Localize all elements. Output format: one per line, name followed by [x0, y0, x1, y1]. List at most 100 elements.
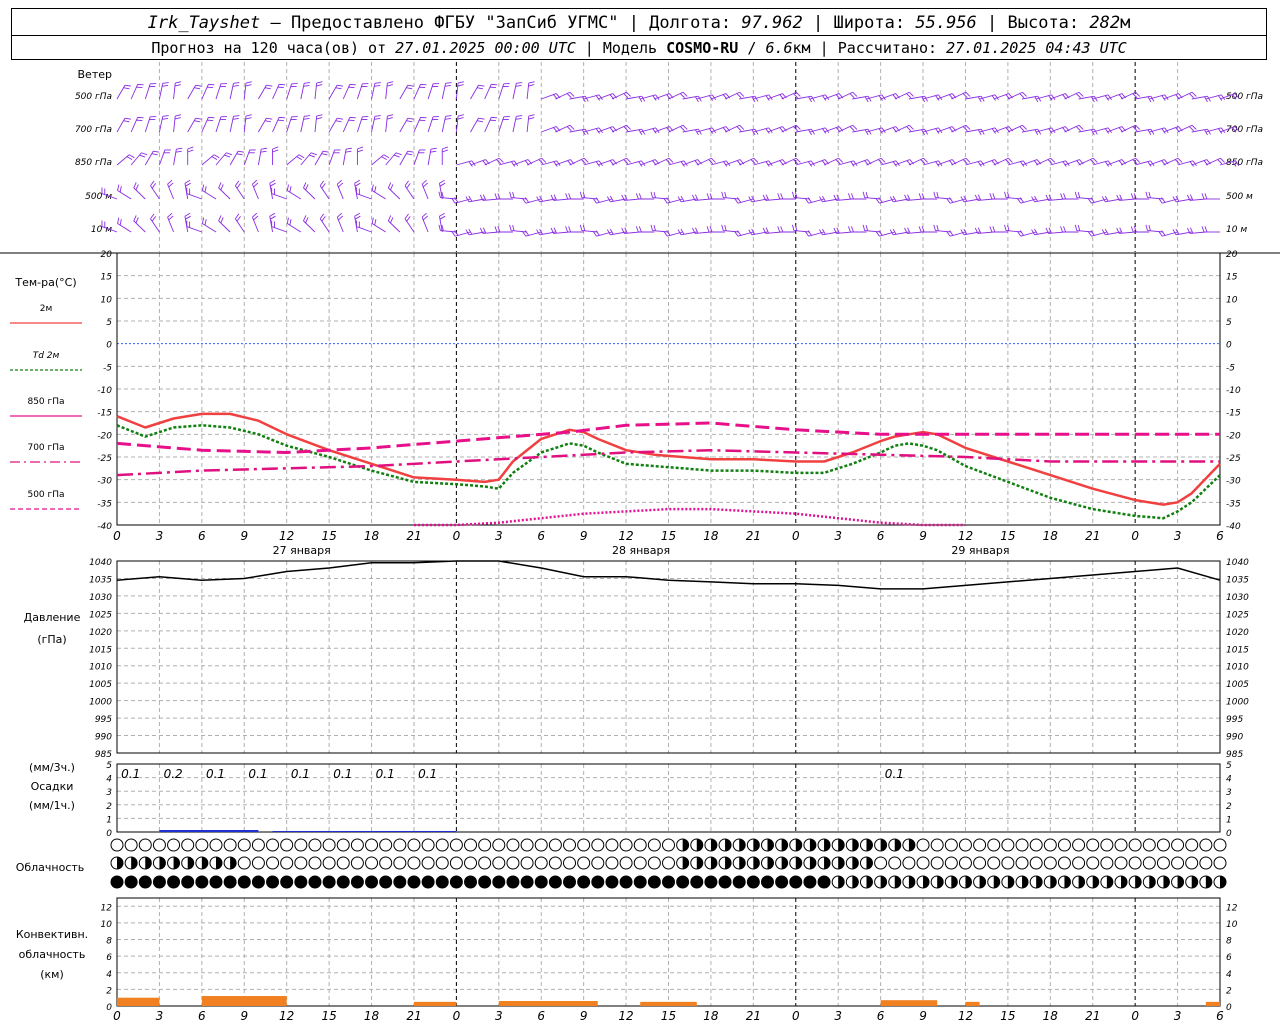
wind-barb: [271, 193, 287, 200]
cloud-cover-symbol: [520, 838, 534, 852]
cloud-cover-symbol: [1156, 856, 1170, 870]
cloud-cover-symbol: [647, 856, 661, 870]
cloud-cover-symbol: [449, 875, 463, 889]
wind-barb-flag: [345, 147, 353, 150]
wind-barb: [300, 116, 305, 133]
hour-tick-label: 0: [453, 529, 461, 543]
wind-barb-flag: [791, 191, 795, 198]
wind-barb: [201, 84, 209, 100]
hour-tick-label-bottom: 15: [1000, 1009, 1015, 1023]
cloud-cover-symbol: [633, 875, 647, 889]
pressure-tick-left: 1020: [89, 628, 112, 638]
temp-tick-right: -25: [1226, 454, 1241, 464]
wind-barb-flag: [457, 81, 464, 84]
wind-barb-flag: [422, 215, 428, 221]
cloud-cover-symbol: [548, 856, 562, 870]
wind-barb: [652, 230, 669, 233]
cloud-cover-symbol: [506, 856, 520, 870]
wind-barb: [286, 83, 293, 100]
wind-barb-flag: [1022, 124, 1027, 130]
hour-tick-label-bottom: 3: [495, 1009, 503, 1023]
wind-barb-flag: [1161, 230, 1166, 236]
wind-barb-flag: [269, 179, 276, 184]
temp-tick-left: -5: [103, 363, 112, 373]
pressure-tick-left: 1015: [89, 645, 112, 655]
cloud-cover-symbol: [181, 838, 195, 852]
wind-barb-flag: [1060, 193, 1064, 200]
wind-barb-flag: [390, 184, 394, 191]
wind-barb-flag: [438, 224, 441, 231]
precip-value-label: 0.1: [206, 767, 225, 781]
cloud-cover-symbol: [308, 875, 322, 889]
precip-tick-right: 0: [1226, 829, 1232, 839]
wind-barb-flag: [236, 216, 241, 222]
wind-barb-flag: [162, 115, 169, 117]
cloud-cover-symbol: [124, 838, 138, 852]
cloud-cover-half: [230, 857, 237, 869]
cloud-cover-symbol: [506, 838, 520, 852]
wind-barb-flag: [422, 182, 428, 188]
conv-tick-left: 10: [101, 920, 113, 930]
wind-barb: [187, 84, 197, 100]
cloud-cover-half: [1036, 876, 1043, 888]
hour-tick-label: 9: [240, 529, 248, 543]
cloud-cover-symbol: [336, 838, 350, 852]
temp-tick-left: 0: [106, 341, 112, 351]
wind-barb-flag: [252, 212, 258, 218]
temp-tick-left: 10: [101, 295, 113, 305]
cloud-cover-symbol: [1043, 838, 1057, 852]
temp-tick-right: -35: [1226, 499, 1241, 509]
cloud-cover-symbol: [520, 875, 534, 889]
hour-tick-label-bottom: 18: [703, 1009, 719, 1023]
wind-barb-flag: [494, 226, 498, 233]
wind-barb-flag: [167, 212, 173, 218]
pressure-tick-right: 1000: [1226, 698, 1249, 708]
wind-level-label-right: 500 м: [1226, 192, 1253, 202]
hour-tick-label-bottom: 0: [113, 1009, 121, 1023]
hour-tick-label-bottom: 6: [537, 1009, 545, 1023]
wind-barb-flag: [1074, 191, 1078, 198]
hour-tick-label: 0: [113, 529, 121, 543]
wind-barb-flag: [139, 154, 146, 158]
wind-barb-flag: [515, 85, 522, 87]
cloud-cover-half: [753, 857, 760, 869]
wind-barb-flag: [387, 81, 394, 84]
hour-tick-label-bottom: 9: [919, 1009, 927, 1023]
temp-tick-right: -15: [1226, 409, 1241, 419]
wind-barb-flag: [321, 183, 326, 189]
wind-barb-flag: [780, 193, 784, 200]
precip-title-3h: (мм/3ч.): [29, 761, 75, 774]
cloud-cover-symbol: [294, 875, 308, 889]
cloud-cover-symbol: [449, 856, 463, 870]
wind-barb-flag: [739, 91, 745, 97]
wind-barb-flag: [406, 153, 413, 156]
cloud-cover-symbol: [280, 875, 294, 889]
wind-barb: [371, 154, 385, 166]
wind-barb-flag: [338, 215, 344, 221]
cloud-cover-symbol: [704, 875, 718, 889]
wind-barb-flag: [194, 87, 201, 90]
wind-barb-flag: [668, 157, 674, 163]
pressure-tick-left: 1035: [89, 575, 112, 585]
hour-tick-label: 3: [834, 529, 842, 543]
wind-barb-flag: [261, 147, 268, 150]
wind-barb: [173, 116, 176, 133]
wind-barb-flag: [175, 114, 182, 117]
cloud-cover-symbol: [789, 875, 803, 889]
precip-tick-right: 4: [1226, 775, 1232, 785]
wind-barb-flag: [965, 157, 971, 163]
wind-barb-flag: [150, 213, 155, 219]
cloud-cover-symbol: [478, 875, 492, 889]
wind-barb-flag: [322, 150, 329, 153]
wind-barb: [935, 197, 952, 200]
cloud-cover-symbol: [803, 875, 817, 889]
cloud-cover-half: [965, 876, 972, 888]
pressure-tick-left: 1005: [89, 680, 112, 690]
wind-barb: [167, 183, 174, 200]
cloud-cover-symbol: [181, 875, 195, 889]
wind-barb-flag: [1007, 157, 1013, 163]
wind-barb-flag: [266, 117, 273, 120]
precip-tick-left: 5: [106, 761, 112, 771]
cloud-cover-half: [187, 857, 194, 869]
cloud-cover-symbol: [492, 875, 506, 889]
